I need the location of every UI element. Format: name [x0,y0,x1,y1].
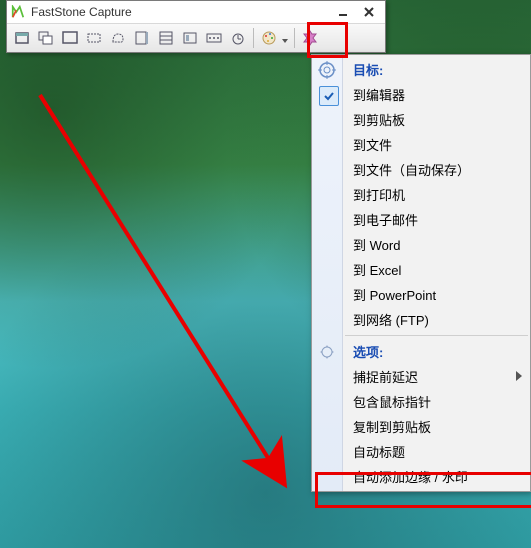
menu-item-label: 到文件（自动保存） [353,160,470,179]
menu-item-clipboard[interactable]: 到剪贴板 [343,107,530,132]
menu-item-label: 到电子邮件 [353,210,418,229]
menu-item-label: 到编辑器 [353,85,405,104]
menu-item-label: 到文件 [353,135,392,154]
draw-tool-icon[interactable] [258,27,280,49]
menu-item-label: 自动添加边缘 / 水印 [353,467,468,486]
dropdown-menu: 目标: 到编辑器 到剪贴板 到文件 到文件（自动保存） 到打印机 到电子邮件 到… [311,54,531,492]
menu-gutter [312,55,343,491]
separator [294,28,295,48]
capture-fixed-icon[interactable] [155,27,177,49]
menu-item-label: 到剪贴板 [353,110,405,129]
close-button[interactable] [357,4,381,20]
menu-item-editor[interactable]: 到编辑器 [343,82,530,107]
menu-item-label: 自动标题 [353,442,405,461]
toolbar [7,24,385,52]
settings-icon[interactable] [299,27,321,49]
menu-item-label: 到 PowerPoint [353,285,436,304]
capture-active-window-icon[interactable] [11,27,33,49]
menu-item-label: 复制到剪贴板 [353,417,431,436]
app-title: FastStone Capture [31,5,329,19]
menu-item-file-autosave[interactable]: 到文件（自动保存） [343,157,530,182]
app-logo-icon [11,5,25,19]
menu-item-label: 到网络 (FTP) [353,310,429,329]
screen-recorder-icon[interactable] [203,27,225,49]
menu-item-powerpoint[interactable]: 到 PowerPoint [343,282,530,307]
menu-item-auto-edge[interactable]: 自动添加边缘 / 水印 [343,464,530,489]
menu-item-email[interactable]: 到电子邮件 [343,207,530,232]
menu-item-word[interactable]: 到 Word [343,232,530,257]
menu-item-excel[interactable]: 到 Excel [343,257,530,282]
menu-item-copy-clipboard[interactable]: 复制到剪贴板 [343,414,530,439]
capture-scrolling-icon[interactable] [131,27,153,49]
capture-last-icon[interactable] [179,27,201,49]
capture-rect-icon[interactable] [83,27,105,49]
capture-fullscreen-icon[interactable] [59,27,81,49]
check-icon [319,86,339,106]
capture-window-object-icon[interactable] [35,27,57,49]
menu-separator [345,335,528,336]
section-title: 选项: [353,342,383,361]
app-window: FastStone Capture [6,0,386,53]
menu-item-label: 捕捉前延迟 [353,367,418,386]
menu-item-label: 到 Excel [353,260,401,279]
menu-item-auto-title[interactable]: 自动标题 [343,439,530,464]
submenu-arrow-icon [516,369,522,384]
capture-freehand-icon[interactable] [107,27,129,49]
menu-item-label: 到 Word [353,235,400,254]
menu-item-label: 包含鼠标指针 [353,392,431,411]
menu-section-target: 目标: [343,57,530,82]
menu-item-label: 到打印机 [353,185,405,204]
titlebar[interactable]: FastStone Capture [7,1,385,24]
dropdown-arrow-icon[interactable] [282,31,290,46]
separator [253,28,254,48]
delay-icon[interactable] [227,27,249,49]
menu-item-file[interactable]: 到文件 [343,132,530,157]
menu-item-ftp[interactable]: 到网络 (FTP) [343,307,530,332]
menu-section-options: 选项: [343,339,530,364]
menu-item-printer[interactable]: 到打印机 [343,182,530,207]
section-title: 目标: [353,60,383,79]
menu-item-include-cursor[interactable]: 包含鼠标指针 [343,389,530,414]
menu-item-delay[interactable]: 捕捉前延迟 [343,364,530,389]
minimize-button[interactable] [331,4,355,20]
